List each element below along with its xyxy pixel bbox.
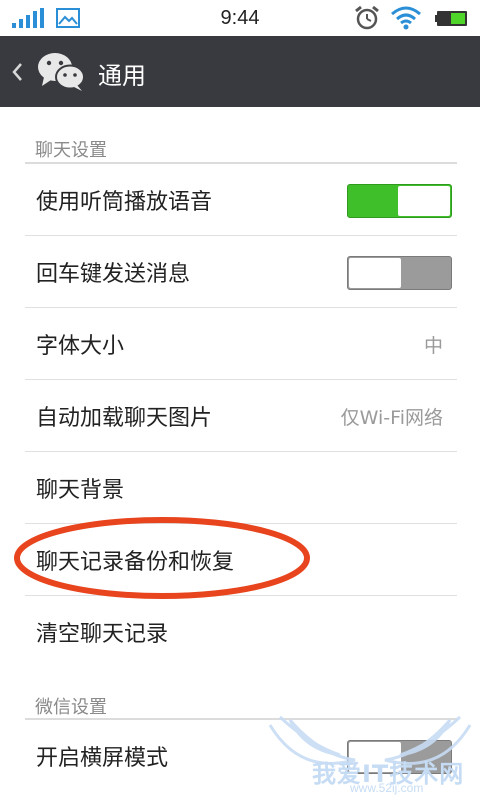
auto-load-value: 仅Wi-Fi网络 (340, 407, 443, 429)
row-label: 清空聊天记录 (36, 622, 169, 647)
row-auto-load-images[interactable]: 自动加载聊天图片 仅Wi-Fi网络 (25, 380, 457, 452)
row-label: 自动加载聊天图片 (36, 406, 213, 431)
alarm-icon (355, 5, 379, 30)
enter-send-toggle[interactable] (347, 256, 452, 290)
row-chat-backup-restore[interactable]: 聊天记录备份和恢复 (25, 524, 457, 596)
row-enter-to-send[interactable]: 回车键发送消息 (25, 236, 457, 308)
row-font-size[interactable]: 字体大小 中 (25, 308, 457, 380)
row-earpiece-playback[interactable]: 使用听筒播放语音 (25, 164, 457, 236)
title-bar: 通用 (0, 36, 480, 107)
earpiece-toggle[interactable] (347, 184, 452, 218)
row-label: 聊天背景 (36, 478, 125, 503)
page-title: 通用 (98, 62, 146, 90)
toggle-knob (349, 258, 401, 288)
section-title: 微信设置 (35, 697, 107, 718)
font-size-value: 中 (423, 335, 443, 357)
row-clear-chat-history[interactable]: 清空聊天记录 (25, 596, 457, 668)
section-header-wechat-settings: 微信设置 (25, 684, 457, 720)
battery-icon (435, 11, 467, 26)
back-icon[interactable] (10, 60, 24, 84)
section-header-chat-settings: 聊天设置 (25, 126, 457, 164)
row-label: 聊天记录备份和恢复 (36, 550, 235, 575)
row-label: 开启横屏模式 (36, 746, 169, 771)
row-label: 回车键发送消息 (36, 262, 191, 287)
section-title: 聊天设置 (35, 140, 107, 161)
row-chat-background[interactable]: 聊天背景 (25, 452, 457, 524)
toggle-knob (398, 186, 450, 216)
wechat-icon (38, 53, 85, 91)
status-bar: 9:44 (0, 0, 480, 36)
row-label: 字体大小 (36, 334, 125, 359)
wifi-icon (391, 6, 421, 30)
watermark-url: www.52ij.com (350, 781, 424, 795)
row-label: 使用听筒播放语音 (36, 190, 213, 215)
